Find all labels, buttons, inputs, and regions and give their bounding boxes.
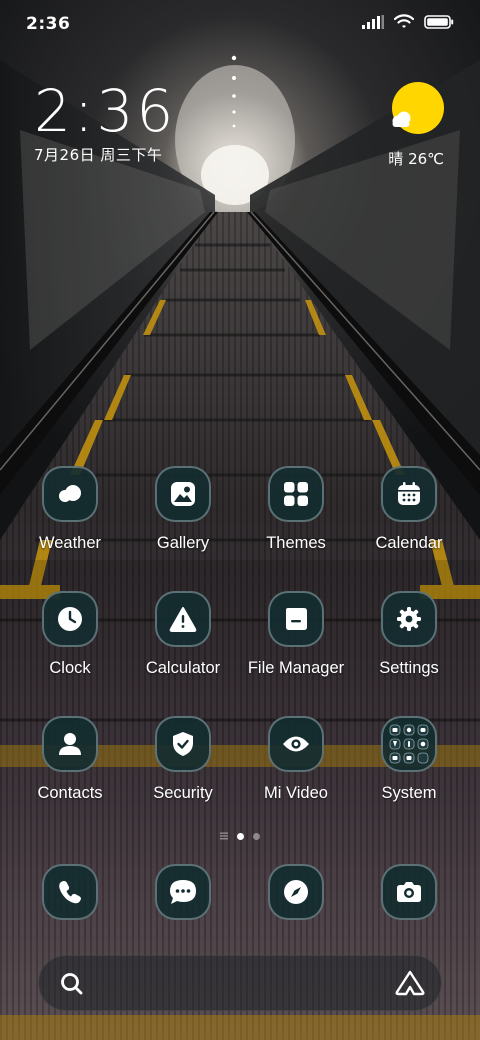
app-folder-system[interactable]: System bbox=[353, 716, 465, 803]
app-label: Settings bbox=[379, 659, 439, 677]
app-icon-container bbox=[42, 716, 98, 772]
app-label: Calendar bbox=[375, 534, 443, 552]
dock-browser[interactable] bbox=[268, 864, 324, 920]
home-screen: 2:36 2:36 7月26日 周三下午 晴 26℃ Weather Galle… bbox=[0, 0, 480, 1040]
weather-widget[interactable]: 晴 26℃ bbox=[388, 82, 444, 169]
app-label: Security bbox=[153, 784, 213, 802]
search-bar[interactable] bbox=[38, 955, 442, 1011]
status-time: 2:36 bbox=[26, 14, 71, 34]
app-security[interactable]: Security bbox=[127, 716, 239, 803]
sun-cloud-icon bbox=[392, 82, 444, 134]
clock-date: 7月26日 周三下午 bbox=[34, 146, 163, 164]
app-icon-container bbox=[381, 716, 437, 772]
app-mi-video[interactable]: Mi Video bbox=[240, 716, 352, 803]
person-icon bbox=[59, 733, 81, 755]
app-icon-container bbox=[42, 466, 98, 522]
app-label: Weather bbox=[38, 534, 102, 552]
folder-grid-icon bbox=[389, 724, 429, 764]
calendar-icon bbox=[398, 482, 420, 505]
search-icon bbox=[61, 973, 83, 995]
app-label: Calculator bbox=[145, 659, 221, 677]
themes-icon bbox=[284, 482, 308, 506]
eye-icon bbox=[283, 736, 309, 752]
app-file-manager[interactable]: File Manager bbox=[240, 591, 352, 678]
dock-phone[interactable] bbox=[42, 864, 98, 920]
page-dot bbox=[253, 832, 260, 840]
app-gallery[interactable]: Gallery bbox=[127, 466, 239, 553]
assistant-icon[interactable] bbox=[395, 970, 425, 996]
app-label: File Manager bbox=[247, 659, 345, 677]
app-label: Themes bbox=[266, 534, 326, 552]
page-dot-active bbox=[237, 832, 244, 840]
shield-icon bbox=[173, 732, 193, 756]
app-icon-container bbox=[381, 591, 437, 647]
app-icon-container bbox=[381, 466, 437, 522]
clock-time: 2:36 bbox=[34, 77, 177, 145]
app-label: Mi Video bbox=[264, 784, 328, 802]
app-clock[interactable]: Clock bbox=[14, 591, 126, 678]
app-label: System bbox=[381, 784, 437, 802]
app-icon-container bbox=[268, 716, 324, 772]
message-icon bbox=[170, 880, 196, 904]
gallery-icon bbox=[171, 482, 195, 506]
app-settings[interactable]: Settings bbox=[353, 591, 465, 678]
phone-icon bbox=[59, 881, 81, 904]
app-weather[interactable]: Weather bbox=[14, 466, 126, 553]
compass-icon bbox=[284, 880, 308, 904]
dock-messages[interactable] bbox=[155, 864, 211, 920]
gear-icon bbox=[397, 607, 421, 631]
app-calendar[interactable]: Calendar bbox=[353, 466, 465, 553]
clock-icon bbox=[58, 607, 82, 631]
page-list-icon bbox=[220, 832, 228, 840]
dock-camera[interactable] bbox=[381, 864, 437, 920]
app-icon-container bbox=[268, 591, 324, 647]
app-icon-container bbox=[268, 466, 324, 522]
app-label: Contacts bbox=[37, 784, 103, 802]
app-contacts[interactable]: Contacts bbox=[14, 716, 126, 803]
weather-text: 晴 26℃ bbox=[388, 150, 444, 168]
page-indicator[interactable] bbox=[200, 830, 280, 842]
folder-icon bbox=[286, 608, 307, 630]
app-label: Gallery bbox=[156, 534, 210, 552]
app-label: Clock bbox=[49, 659, 91, 677]
app-icon-container bbox=[155, 591, 211, 647]
app-icon-container bbox=[155, 716, 211, 772]
app-calculator[interactable]: Calculator bbox=[127, 591, 239, 678]
wifi-icon bbox=[394, 14, 414, 28]
status-bar: 2:36 bbox=[0, 0, 480, 50]
signal-icon bbox=[362, 14, 384, 29]
weather-icon bbox=[59, 485, 81, 502]
status-icons bbox=[362, 14, 454, 29]
app-icon-container bbox=[42, 591, 98, 647]
app-themes[interactable]: Themes bbox=[240, 466, 352, 553]
calculator-icon bbox=[169, 607, 197, 632]
clock-widget[interactable]: 2:36 7月26日 周三下午 bbox=[34, 80, 176, 165]
app-icon-container bbox=[155, 466, 211, 522]
battery-icon bbox=[424, 14, 454, 29]
camera-icon bbox=[397, 882, 421, 902]
